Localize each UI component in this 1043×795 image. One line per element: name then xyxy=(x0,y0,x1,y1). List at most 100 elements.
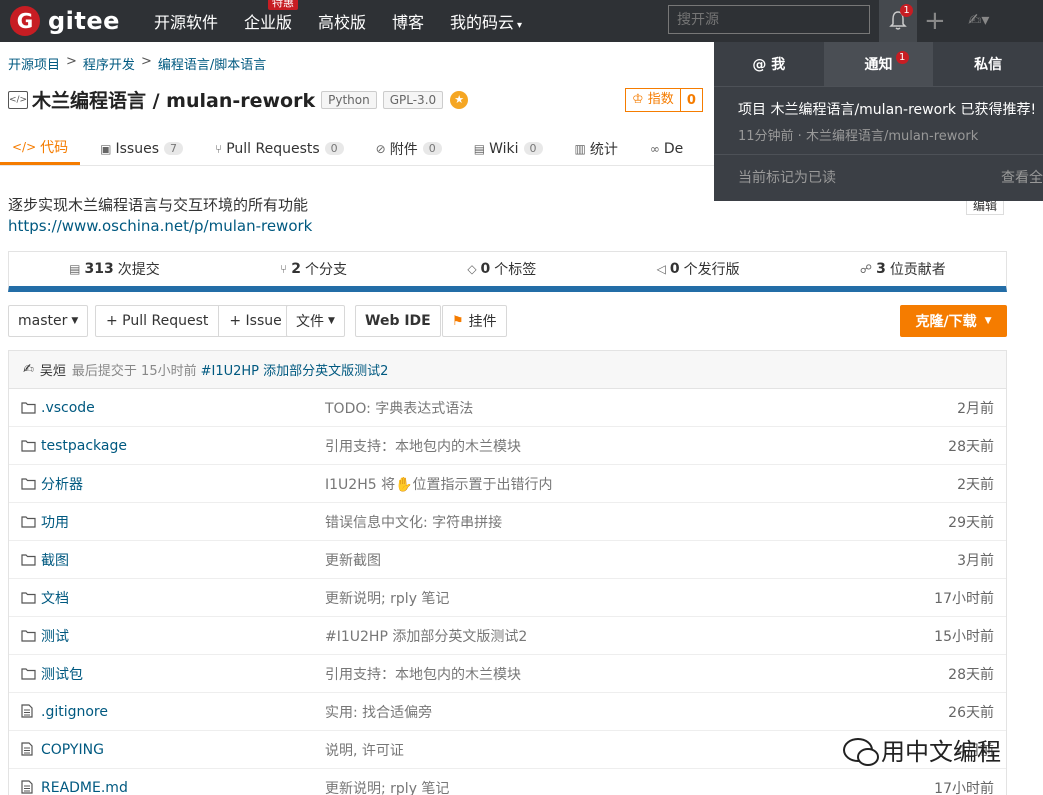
language-tag[interactable]: Python xyxy=(321,90,377,109)
pendant-button[interactable]: ⚑ 挂件 xyxy=(442,305,507,337)
recommended-medal-icon: ★ xyxy=(450,90,469,109)
wiki-icon: ▤ xyxy=(473,141,486,156)
tab-devops[interactable]: ∞ De xyxy=(638,132,695,165)
notification-item[interactable]: 项目 木兰编程语言/mulan-rework 已获得推荐! 11分钟前 · 木兰… xyxy=(714,87,1043,155)
nav-open-source[interactable]: 开源软件 xyxy=(154,9,218,33)
main-nav: 开源软件 企业版 特惠 高校版 博客 我的码云 ▾ xyxy=(154,0,548,42)
file-row[interactable]: 功用 错误信息中文化: 字符串拼接 29天前 xyxy=(9,503,1006,541)
file-row[interactable]: testpackage 引用支持：本地包内的木兰模块 28天前 xyxy=(9,427,1006,465)
file-row[interactable]: 截图 更新截图 3月前 xyxy=(9,541,1006,579)
web-ide-button[interactable]: Web IDE xyxy=(355,305,441,337)
clone-label: 克隆/下载 xyxy=(915,314,977,330)
view-all-link[interactable]: 查看全 xyxy=(1001,167,1043,187)
tab-stats[interactable]: ▥ 统计 xyxy=(563,132,630,165)
file-menu-button[interactable]: 文件 ▼ xyxy=(286,305,345,337)
file-row[interactable]: 测试包 引用支持：本地包内的木兰模块 28天前 xyxy=(9,655,1006,693)
file-commit-message[interactable]: 实用: 找合适偏旁 xyxy=(325,702,432,722)
file-name[interactable]: COPYING xyxy=(41,742,104,758)
file-commit-message[interactable]: 更新截图 xyxy=(325,550,381,570)
file-name[interactable]: 截图 xyxy=(41,550,69,570)
new-pull-request-button[interactable]: + Pull Request xyxy=(96,306,218,336)
index-button[interactable]: ♔ 指数 0 xyxy=(625,88,703,112)
nav-my-gitee[interactable]: 我的码云 ▾ xyxy=(450,9,522,33)
mark-read-link[interactable]: 当前标记为已读 xyxy=(738,167,836,187)
file-commit-message[interactable]: 引用支持：本地包内的木兰模块 xyxy=(325,664,521,684)
search-input[interactable] xyxy=(668,5,870,34)
watermark-text: 用中文编程 xyxy=(881,738,1001,766)
file-row[interactable]: README.md 更新说明; rply 笔记 17小时前 xyxy=(9,769,1006,795)
nav-label: 高校版 xyxy=(317,13,366,32)
stat-tags[interactable]: ◇ 0 个标签 xyxy=(467,259,536,279)
stat-number: 0 xyxy=(669,261,680,277)
file-row[interactable]: 分析器 I1U2H5 将✋位置指示置于出错行内 2天前 xyxy=(9,465,1006,503)
index-label-text: 指数 xyxy=(647,92,674,107)
user-avatar-icon[interactable]: ✍▾ xyxy=(968,10,989,29)
breadcrumb-item[interactable]: 编程语言/脚本语言 xyxy=(158,54,266,73)
clone-download-button[interactable]: 克隆/下载 ▼ xyxy=(900,305,1007,337)
tab-label: De xyxy=(663,140,684,157)
notification-button[interactable]: 1 xyxy=(879,0,917,42)
tab-label: Issues xyxy=(115,140,160,157)
pendant-label: 挂件 xyxy=(468,314,497,330)
license-tag[interactable]: GPL-3.0 xyxy=(382,90,444,109)
plus-icon[interactable]: + xyxy=(924,6,946,36)
file-menu-label: 文件 xyxy=(296,314,324,330)
file-row[interactable]: 文档 更新说明; rply 笔记 17小时前 xyxy=(9,579,1006,617)
file-name[interactable]: 文档 xyxy=(41,588,69,608)
stat-releases[interactable]: ◁ 0 个发行版 xyxy=(657,259,740,279)
file-commit-message[interactable]: I1U2H5 将✋位置指示置于出错行内 xyxy=(325,474,553,494)
folder-icon xyxy=(21,628,36,646)
latest-commit-row: ✍ 吴烜 最后提交于 15小时前 #I1U2HP 添加部分英文版测试2 xyxy=(9,351,1006,389)
repo-homepage-link[interactable]: https://www.oschina.net/p/mulan-rework xyxy=(8,217,312,235)
tab-code[interactable]: </> 代码 xyxy=(0,132,81,165)
stat-number: 3 xyxy=(876,261,886,277)
breadcrumb-item[interactable]: 程序开发 xyxy=(83,54,135,73)
nav-label: 博客 xyxy=(391,13,424,32)
tab-count: 7 xyxy=(164,142,183,155)
branch-select[interactable]: master ▼ xyxy=(8,305,89,337)
file-commit-message[interactable]: TODO: 字典表达式语法 xyxy=(325,398,473,418)
file-commit-time: 28天前 xyxy=(948,438,994,455)
commit-message[interactable]: #I1U2HP 添加部分英文版测试2 xyxy=(201,360,389,379)
file-row[interactable]: .gitignore 实用: 找合适偏旁 26天前 xyxy=(9,693,1006,731)
tab-attachments[interactable]: ⊘ 附件 0 xyxy=(364,132,454,165)
file-name[interactable]: testpackage xyxy=(41,438,127,454)
stat-branches[interactable]: ⑂ 2 个分支 xyxy=(280,259,347,279)
new-issue-button[interactable]: + Issue xyxy=(218,306,291,336)
repo-stats-bar: ▤ 313 次提交 ⑂ 2 个分支 ◇ 0 个标签 ◁ 0 个发行版 ☍ 3 位贡献者 xyxy=(8,251,1007,292)
stat-commits[interactable]: ▤ 313 次提交 xyxy=(69,259,160,279)
nav-enterprise[interactable]: 企业版 特惠 xyxy=(244,0,298,33)
file-name[interactable]: .gitignore xyxy=(41,704,108,720)
file-commit-time: 2月前 xyxy=(957,400,994,417)
file-row[interactable]: 测试 #I1U2HP 添加部分英文版测试2 15小时前 xyxy=(9,617,1006,655)
file-name[interactable]: 功用 xyxy=(41,512,69,532)
infinity-icon: ∞ xyxy=(649,141,660,156)
file-name[interactable]: .vscode xyxy=(41,400,95,416)
file-commit-message[interactable]: #I1U2HP 添加部分英文版测试2 xyxy=(325,626,527,646)
nav-university[interactable]: 高校版 xyxy=(318,9,366,33)
file-commit-message[interactable]: 错误信息中文化: 字符串拼接 xyxy=(325,512,502,532)
file-name[interactable]: 测试包 xyxy=(41,664,83,684)
tab-mentions[interactable]: @ 我 xyxy=(714,42,824,86)
file-commit-message[interactable]: 引用支持：本地包内的木兰模块 xyxy=(325,436,521,456)
file-name[interactable]: 分析器 xyxy=(41,474,83,494)
tab-messages[interactable]: 私信 xyxy=(933,42,1043,86)
tab-notifications[interactable]: 通知 1 xyxy=(823,42,934,86)
file-commit-message[interactable]: 更新说明; rply 笔记 xyxy=(325,778,449,795)
tab-wiki[interactable]: ▤ Wiki 0 xyxy=(462,132,555,165)
repo-title[interactable]: 木兰编程语言 / mulan-rework xyxy=(32,86,315,113)
nav-label: 开源软件 xyxy=(153,13,218,32)
nav-blog[interactable]: 博客 xyxy=(392,9,424,33)
stat-contributors[interactable]: ☍ 3 位贡献者 xyxy=(860,259,946,279)
gitee-logo-text: gitee xyxy=(48,7,120,35)
tab-pull-requests[interactable]: ⑂ Pull Requests 0 xyxy=(203,132,356,165)
breadcrumb-item[interactable]: 开源项目 xyxy=(8,54,60,73)
file-name[interactable]: README.md xyxy=(41,780,128,795)
commit-author[interactable]: 吴烜 xyxy=(40,360,66,379)
file-row[interactable]: .vscode TODO: 字典表达式语法 2月前 xyxy=(9,389,1006,427)
tab-issues[interactable]: ▣ Issues 7 xyxy=(88,132,195,165)
file-name[interactable]: 测试 xyxy=(41,626,69,646)
file-commit-message[interactable]: 更新说明; rply 笔记 xyxy=(325,588,449,608)
gitee-logo[interactable]: G gitee xyxy=(10,0,120,42)
file-commit-message[interactable]: 说明, 许可证 xyxy=(325,740,404,760)
